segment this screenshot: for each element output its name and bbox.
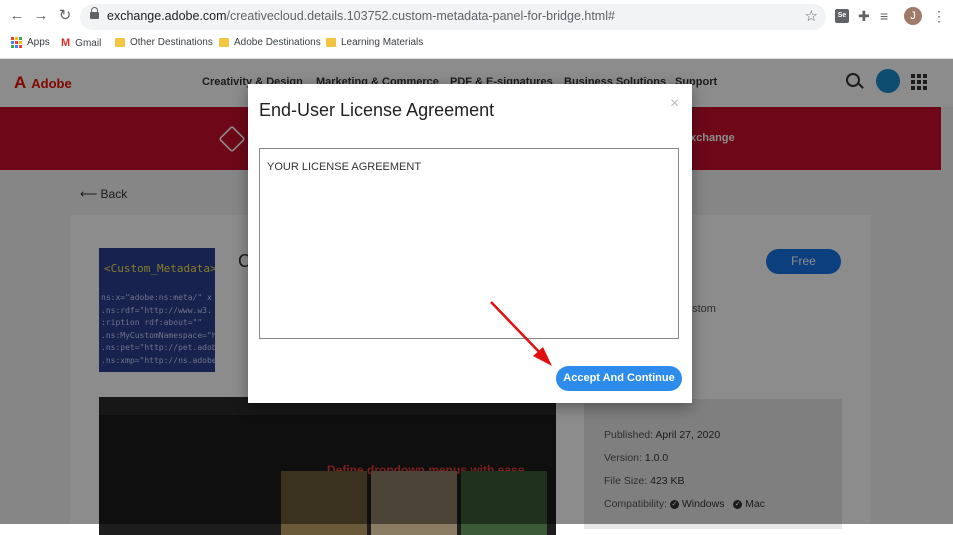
bookmark-star-icon[interactable]: ☆ (805, 7, 818, 25)
url-host: exchange.adobe.com (107, 9, 227, 23)
extension-se-icon[interactable]: Se (835, 9, 849, 23)
bookmark-learning-materials[interactable]: Learning Materials (326, 37, 423, 48)
accept-continue-button[interactable]: Accept And Continue (556, 366, 682, 391)
folder-icon (326, 38, 336, 47)
bookmark-gmail[interactable]: M Gmail (61, 37, 101, 49)
bookmark-other-destinations[interactable]: Other Destinations (115, 37, 213, 48)
modal-title: End-User License Agreement (259, 100, 495, 120)
reload-icon[interactable]: ↻ (56, 7, 74, 25)
bookmarks-bar: Apps M Gmail Other Destinations Adobe De… (0, 33, 953, 57)
lock-icon (90, 7, 99, 19)
bookmark-label: Other Destinations (130, 37, 213, 48)
license-textbox[interactable]: YOUR LICENSE AGREEMENT (259, 148, 679, 339)
browser-toolbar: ← → ↻ exchange.adobe.com/creativecloud.d… (0, 0, 953, 33)
bookmark-apps[interactable]: Apps (11, 37, 50, 48)
bookmark-label: Apps (27, 37, 50, 48)
back-arrow-icon[interactable]: ← (8, 7, 26, 25)
apps-grid-icon (11, 37, 22, 48)
media-queue-icon[interactable]: ≡ (880, 8, 888, 24)
bookmark-label: Learning Materials (341, 37, 424, 48)
url-text: exchange.adobe.com/creativecloud.details… (107, 9, 615, 23)
close-icon[interactable]: × (670, 96, 679, 112)
folder-icon (219, 38, 229, 47)
bookmark-label: Adobe Destinations (234, 37, 321, 48)
address-bar[interactable]: exchange.adobe.com/creativecloud.details… (80, 4, 826, 30)
folder-icon (115, 38, 125, 47)
bookmark-label: Gmail (75, 37, 102, 49)
more-menu-icon[interactable]: ⋮ (932, 8, 946, 24)
browser-chrome: ← → ↻ exchange.adobe.com/creativecloud.d… (0, 0, 953, 59)
forward-arrow-icon[interactable]: → (32, 7, 50, 25)
license-modal: End-User License Agreement × YOUR LICENS… (248, 84, 692, 403)
extensions-puzzle-icon[interactable]: ✚ (858, 8, 870, 24)
gmail-icon: M (61, 37, 71, 49)
license-text: YOUR LICENSE AGREEMENT (267, 161, 422, 173)
url-path: /creativecloud.details.103752.custom-met… (226, 9, 615, 23)
profile-avatar[interactable]: J (904, 7, 922, 25)
bookmark-adobe-destinations[interactable]: Adobe Destinations (219, 37, 321, 48)
